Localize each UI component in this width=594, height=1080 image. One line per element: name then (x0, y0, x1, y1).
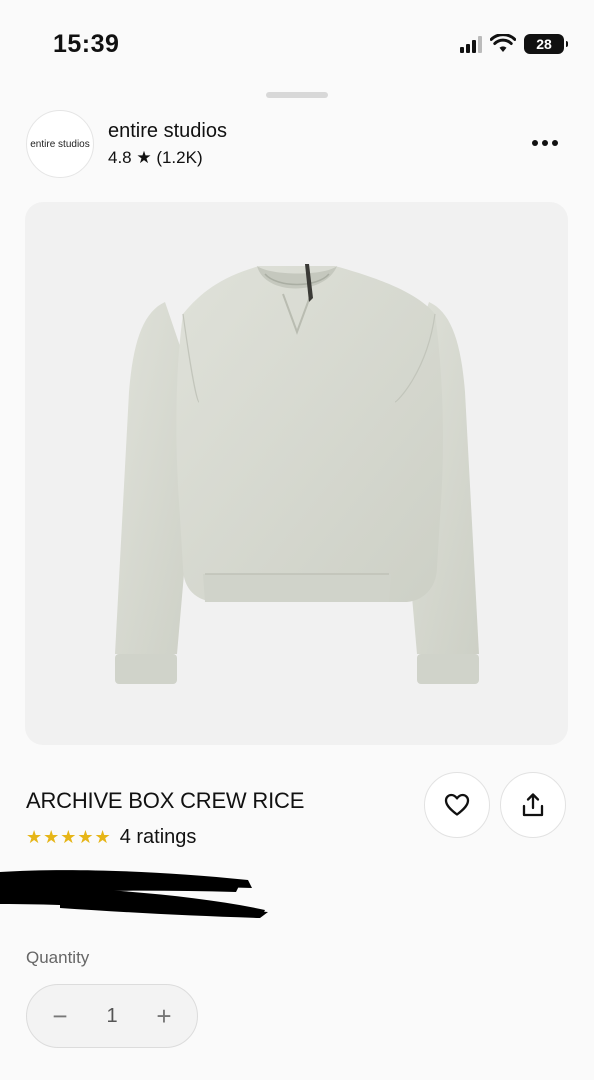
shop-logo[interactable]: entire studios (26, 110, 94, 178)
product-image[interactable] (25, 202, 568, 745)
quantity-label: Quantity (26, 948, 90, 967)
share-button[interactable] (500, 772, 566, 838)
favorite-button[interactable] (424, 772, 490, 838)
quantity-value: 1 (106, 1004, 118, 1027)
shop-rating: 4.8 ★ (1.2K) (108, 148, 203, 167)
heart-icon (444, 793, 470, 816)
sweatshirt-image (115, 264, 479, 684)
decrement-button[interactable]: − (45, 1003, 75, 1029)
status-time: 15:39 (53, 30, 120, 58)
wifi-icon (490, 34, 516, 52)
product-title: ARCHIVE BOX CREW RICE (26, 788, 305, 813)
quantity-stepper[interactable]: − 1 + (26, 984, 198, 1048)
more-options-icon[interactable] (532, 140, 558, 146)
status-icons: 28 (460, 34, 568, 54)
share-icon (522, 793, 544, 817)
star-icons: ★★★★★ (26, 827, 112, 847)
battery-icon: 28 (524, 34, 568, 54)
increment-button[interactable]: + (149, 1003, 179, 1029)
product-rating[interactable]: ★★★★★ 4 ratings (26, 826, 196, 849)
sheet-grabber[interactable] (266, 92, 328, 98)
signal-icon (460, 35, 482, 53)
redaction-scribble (0, 870, 268, 918)
ratings-count: 4 ratings (119, 826, 197, 848)
shop-name[interactable]: entire studios (108, 120, 227, 143)
